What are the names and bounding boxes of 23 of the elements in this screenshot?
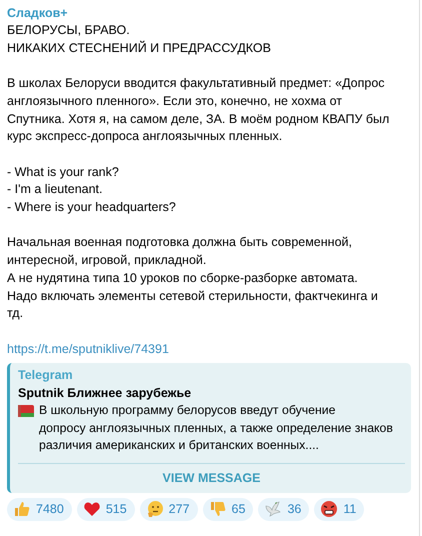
thumbs-up-icon: [13, 500, 31, 518]
heart-icon: [82, 500, 101, 518]
message-link[interactable]: https://t.me/sputniklive/74391: [7, 340, 169, 358]
reaction-chip[interactable]: 515: [76, 498, 135, 521]
view-message-button[interactable]: VIEW MESSAGE: [18, 464, 405, 493]
message-paragraph: Начальная военная подготовка должна быть современной, интересной, игровой, прикладной. А не нудятина типа 10 уроков по сборке-разборке автомата. Надо включать элементы сетевой стерильности, фактчекинга и тд.: [7, 234, 379, 322]
angry-face-icon: [320, 500, 338, 518]
reaction-chip[interactable]: 36: [258, 498, 310, 521]
thumbs-down-icon: [208, 500, 227, 518]
message-paragraph: БЕЛОРУСЫ, БРАВО. НИКАКИХ СТЕСНЕНИЙ И ПРЕДРАССУДКОВ: [7, 22, 272, 57]
preview-title: Sputnik Ближнее зарубежье: [18, 385, 192, 402]
message-paragraph: В школах Белоруси вводится факультативный предмет: «Допрос англоязычного пленного». Если это, конечно, не хохма от Спутника. Хотя я, на самом деле, ЗА. В моём родном КВАПУ был курс экспресс-допроса англоязычных пленных.: [7, 75, 390, 146]
thinking-face-icon: [146, 500, 164, 518]
channel-name[interactable]: Сладков+: [7, 5, 411, 22]
reaction-chip[interactable]: 65: [202, 498, 254, 521]
preview-site-name: Telegram: [18, 367, 74, 384]
flag-icon: [18, 405, 34, 418]
dove-icon: [264, 500, 282, 518]
reaction-chip[interactable]: 277: [140, 498, 198, 521]
reaction-chip[interactable]: 11: [314, 498, 364, 521]
message-paragraph: - What is your rank? - I'm a lieutenant. - Where is your headquarters?: [7, 164, 177, 216]
preview-text: В школьную программу белорусов введут обучение допросу англоязычных пленных, а также определение знаков различия американских и британских военных....: [39, 402, 393, 454]
reaction-chip[interactable]: 7480: [7, 498, 72, 521]
